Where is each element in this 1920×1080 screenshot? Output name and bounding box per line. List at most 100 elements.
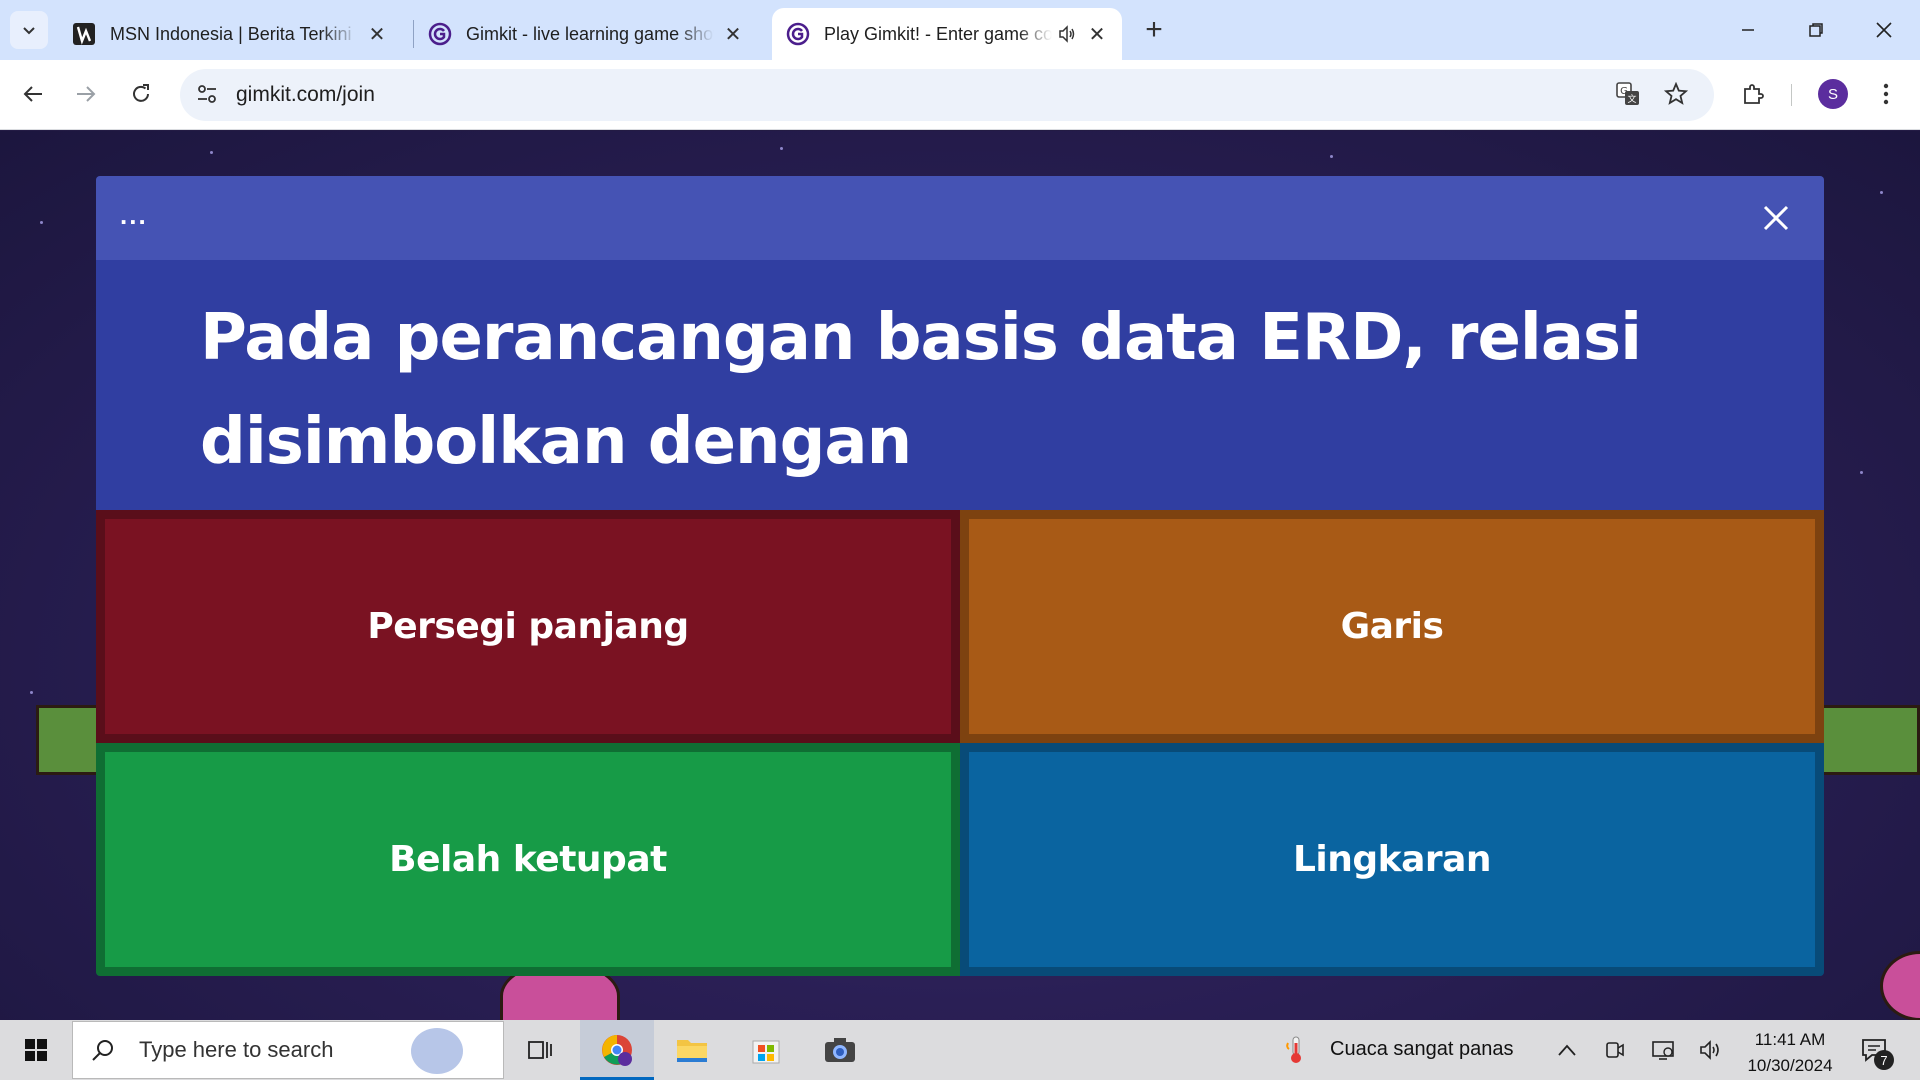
address-bar[interactable]: gimkit.com/join	[180, 69, 1714, 121]
translate-icon: G文	[1616, 82, 1639, 105]
browser-tab-bar: MSN Indonesia | Berita Terkini Hari Ini …	[0, 0, 1920, 60]
tab-msn[interactable]: MSN Indonesia | Berita Terkini Hari Ini …	[58, 8, 402, 60]
start-button[interactable]	[0, 1020, 72, 1080]
star-decoration	[30, 691, 33, 694]
answer-option-4[interactable]: Lingkaran	[960, 743, 1824, 976]
answer-option-1[interactable]: Persegi panjang	[96, 510, 960, 743]
platform-block	[1820, 705, 1920, 775]
chrome-menu-button[interactable]	[1866, 74, 1906, 114]
arrow-right-icon	[77, 86, 96, 102]
modal-header: ...	[96, 176, 1824, 260]
bookmark-button[interactable]	[1656, 74, 1696, 114]
answer-label: Belah ketupat	[105, 752, 951, 967]
answer-option-3[interactable]: Belah ketupat	[96, 743, 960, 976]
tab-gimkit-join[interactable]: Play Gimkit! - Enter game code ✕	[772, 8, 1122, 60]
close-icon	[1763, 205, 1789, 231]
clock-time: 11:41 AM	[1754, 1030, 1826, 1049]
clock-date: 10/30/2024	[1747, 1056, 1833, 1075]
star-decoration	[1860, 471, 1863, 474]
toolbar-separator	[1791, 84, 1792, 106]
profile-avatar[interactable]: S	[1818, 79, 1848, 109]
browser-toolbar: gimkit.com/join G文	[0, 60, 1920, 130]
restore-button[interactable]	[1782, 0, 1850, 60]
speaker-icon	[1700, 1040, 1719, 1060]
camera-app-button[interactable]	[808, 1020, 872, 1080]
gimkit-icon	[786, 22, 810, 46]
minimize-icon	[1742, 29, 1754, 31]
task-view-icon	[528, 1041, 552, 1059]
kebab-menu-icon	[1883, 83, 1889, 105]
reload-button[interactable]	[121, 74, 161, 114]
star-decoration	[1330, 155, 1333, 158]
notification-center-button[interactable]: 7	[1852, 1020, 1896, 1080]
star-decoration	[1880, 191, 1883, 194]
search-placeholder: Type here to search	[139, 1037, 334, 1062]
minimize-button[interactable]	[1714, 0, 1782, 60]
close-question-button[interactable]	[1758, 200, 1794, 236]
task-view-button[interactable]	[510, 1020, 570, 1080]
camera-icon	[825, 1038, 855, 1062]
search-icon	[92, 1040, 113, 1061]
answer-label: Lingkaran	[969, 752, 1815, 967]
weather-button[interactable]	[1276, 1020, 1316, 1080]
close-tab-icon[interactable]: ✕	[366, 23, 388, 46]
meet-now-button[interactable]	[1600, 1020, 1630, 1080]
close-tab-icon[interactable]: ✕	[1086, 23, 1108, 46]
folder-icon	[677, 1040, 707, 1062]
star-decoration	[210, 151, 213, 154]
site-info-icon[interactable]	[196, 83, 218, 110]
restore-icon	[1809, 23, 1823, 37]
microsoft-store-button[interactable]	[734, 1020, 798, 1080]
meet-icon	[1606, 1042, 1624, 1058]
arrow-left-icon	[23, 86, 42, 102]
gimkit-icon	[428, 22, 452, 46]
star-decoration	[40, 221, 43, 224]
extensions-button[interactable]	[1733, 74, 1773, 114]
tab-title: Gimkit - live learning game show	[466, 23, 714, 44]
file-explorer-button[interactable]	[660, 1020, 724, 1080]
msn-icon	[72, 22, 96, 46]
url-text: gimkit.com/join	[236, 83, 375, 106]
show-hidden-icons-button[interactable]	[1552, 1020, 1582, 1080]
translate-button[interactable]: G文	[1608, 74, 1648, 114]
clock[interactable]: 11:41 AM 10/30/2024	[1730, 1027, 1850, 1079]
answer-option-2[interactable]: Garis	[960, 510, 1824, 743]
back-button[interactable]	[13, 74, 53, 114]
network-button[interactable]	[1648, 1020, 1678, 1080]
character-decoration	[1880, 951, 1920, 1020]
answer-label: Garis	[969, 519, 1815, 734]
question-text: Pada perancangan basis data ERD, relasi …	[200, 301, 1642, 479]
forward-button[interactable]	[66, 74, 106, 114]
taskbar-search-box[interactable]: Type here to search	[72, 1021, 504, 1079]
star-decoration	[780, 147, 783, 150]
close-window-button[interactable]	[1850, 0, 1918, 60]
thermometer-icon	[1286, 1036, 1301, 1063]
chevron-up-icon	[1558, 1044, 1576, 1056]
tab-search-button[interactable]	[10, 11, 48, 49]
chevron-down-icon	[23, 27, 35, 35]
weather-text[interactable]: Cuaca sangat panas	[1330, 1038, 1513, 1061]
new-tab-button[interactable]: +	[1136, 12, 1172, 48]
star-icon	[1664, 82, 1688, 105]
chrome-icon	[602, 1035, 632, 1066]
answer-grid: Persegi panjang Garis Belah ketupat Ling…	[96, 510, 1824, 976]
speaker-icon[interactable]	[1056, 23, 1078, 45]
puzzle-icon	[1744, 84, 1764, 104]
tab-title: Play Gimkit! - Enter game code	[824, 23, 1052, 44]
reload-icon	[133, 84, 149, 102]
answer-label: Persegi panjang	[105, 519, 951, 734]
tab-title: MSN Indonesia | Berita Terkini Hari Ini	[110, 23, 358, 44]
network-icon	[1652, 1041, 1674, 1060]
more-options-button[interactable]: ...	[120, 200, 148, 231]
question-area: Pada perancangan basis data ERD, relasi …	[96, 260, 1824, 510]
svg-text:文: 文	[1627, 93, 1636, 105]
search-highlight-icon	[411, 1028, 463, 1074]
question-modal: ... Pada perancangan basis data ERD, rel…	[96, 176, 1824, 976]
tab-gimkit-home[interactable]: Gimkit - live learning game show ✕	[414, 8, 758, 60]
store-icon	[752, 1040, 780, 1064]
notification-badge: 7	[1874, 1050, 1894, 1070]
close-tab-icon[interactable]: ✕	[722, 23, 744, 46]
windows-logo-icon	[25, 1039, 47, 1061]
volume-button[interactable]	[1696, 1020, 1726, 1080]
chrome-taskbar-button[interactable]	[580, 1020, 654, 1080]
